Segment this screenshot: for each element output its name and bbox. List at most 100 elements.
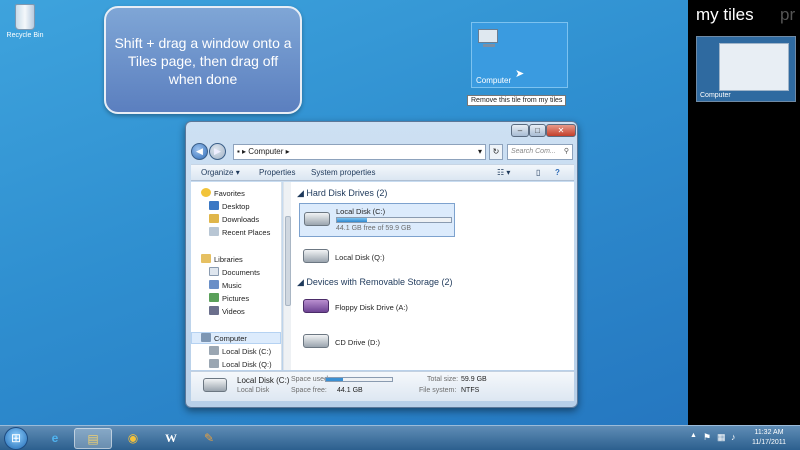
action-center-flag-icon[interactable]: ⚑ [703,432,711,443]
maximize-button[interactable]: □ [529,124,546,137]
group-hard-disk-drives[interactable]: ◢ Hard Disk Drives (2) [297,188,387,199]
address-dropdown-icon[interactable]: ▾ [478,145,482,159]
chrome-icon[interactable]: ◉ [114,428,152,449]
instruction-callout: Shift + drag a window onto a Tiles page,… [104,6,302,114]
drive-item-q[interactable]: Local Disk (Q:) [299,241,455,275]
nav-local-disk-q[interactable]: Local Disk (Q:) [209,359,272,370]
drive-c-usage-bar [336,217,452,223]
view-options-icon[interactable]: ☷ ▾ [497,167,510,179]
show-hidden-icons-icon[interactable]: ▲ [690,432,697,439]
remove-tile-tooltip: Remove this tile from my tiles [467,95,567,106]
help-icon[interactable]: ? [555,167,560,179]
my-tiles-panel: my tiles pr Computer [688,0,800,425]
close-button[interactable]: ✕ [546,124,576,137]
hard-drive-icon [303,249,329,263]
nav-local-disk-c[interactable]: Local Disk (C:) [209,346,271,358]
minimize-button[interactable]: – [511,124,529,137]
tile-thumbnail[interactable]: Computer [696,36,796,102]
properties-button[interactable]: Properties [259,167,295,179]
documents-icon [209,267,219,276]
drive-a-name: Floppy Disk Drive (A:) [335,303,408,312]
nav-videos[interactable]: Videos [209,306,245,318]
nav-pictures[interactable]: Pictures [209,293,249,305]
search-input[interactable]: Search Com... ⚲ [507,144,573,160]
explorer-window: – □ ✕ ◀ ▶ ▪ ▸ Computer ▸ ▾ ↻ Search Com.… [185,121,578,408]
hard-drive-windows-icon [304,212,330,226]
nav-scrollbar[interactable] [283,182,291,370]
details-total-size-value: 59.9 GB [461,376,487,383]
details-space-free-value: 44.1 GB [337,387,363,394]
drive-item-d[interactable]: CD Drive (D:) [299,326,455,360]
nav-pictures-label: Pictures [222,294,250,303]
navigation-bar: ◀ ▶ ▪ ▸ Computer ▸ ▾ ↻ Search Com... ⚲ [191,143,574,161]
computer-tile[interactable]: ➤ Computer [471,22,568,88]
details-usage-bar [325,377,393,382]
star-icon [201,188,211,197]
forward-button[interactable]: ▶ [209,143,226,160]
command-bar: Organize ▾ Properties System properties … [191,164,574,181]
recycle-bin-icon [15,4,35,30]
nav-recent-places-label: Recent Places [222,228,271,237]
internet-explorer-icon[interactable]: e [36,428,74,449]
nav-libraries-label: Libraries [214,255,243,264]
expand-chevron-icon: ◢ [297,277,307,287]
back-button[interactable]: ◀ [191,143,208,160]
details-pane: Local Disk (C:) Local Disk Space used: S… [191,371,574,401]
word-icon[interactable]: W [152,428,190,449]
refresh-button[interactable]: ↻ [489,144,503,160]
nav-music[interactable]: Music [209,280,242,292]
details-total-size-label: Total size: [427,376,459,383]
preview-pane-icon[interactable]: ▯ [536,167,540,179]
breadcrumb-chevron-icon[interactable]: ▸ [283,147,290,156]
clock-date: 11/17/2011 [752,439,786,446]
drive-item-c[interactable]: Local Disk (C:) 44.1 GB free of 59.9 GB [299,203,455,237]
start-button[interactable]: ⊞ [4,427,28,450]
details-name: Local Disk (C:) [237,376,290,385]
volume-icon[interactable]: ♪ [731,432,736,442]
nav-computer-label: Computer [214,334,247,343]
next-page-title[interactable]: pr [780,5,795,25]
videos-icon [209,306,219,315]
recycle-bin-shortcut[interactable]: Recycle Bin [4,4,46,39]
nav-recent-places[interactable]: Recent Places [209,227,270,239]
group-hard-disk-label: Hard Disk Drives (2) [306,188,388,198]
computer-nav-icon [201,333,211,342]
breadcrumb-computer[interactable]: Computer [248,147,283,156]
nav-desktop[interactable]: Desktop [209,201,250,213]
nav-desktop-label: Desktop [222,202,250,211]
window-thumbnail-icon [719,43,789,91]
nav-libraries[interactable]: Libraries [201,254,243,266]
group-removable-storage[interactable]: ◢ Devices with Removable Storage (2) [297,277,452,288]
system-clock[interactable]: 11:32 AM 11/17/2011 [747,428,791,448]
recycle-bin-label: Recycle Bin [6,32,44,39]
details-file-system-value: NTFS [461,387,480,394]
network-icon[interactable]: ▦ [717,432,726,443]
system-properties-button[interactable]: System properties [311,167,375,179]
nav-computer[interactable]: Computer [191,332,281,344]
cd-drive-icon [303,334,329,348]
tile-label: Computer [476,76,512,85]
computer-icon [478,29,498,47]
details-drive-icon [203,378,227,392]
details-type: Local Disk [237,387,270,394]
nav-local-disk-c-label: Local Disk (C:) [222,347,272,356]
address-bar[interactable]: ▪ ▸ Computer ▸ ▾ [233,144,486,160]
drive-item-a[interactable]: Floppy Disk Drive (A:) [299,291,455,325]
paint-icon[interactable]: ✎ [190,428,228,449]
details-file-system-label: File system: [419,387,457,394]
libraries-icon [201,254,211,263]
expand-chevron-icon: ◢ [297,188,307,198]
pictures-icon [209,293,219,302]
nav-favorites[interactable]: Favorites [201,188,245,200]
clock-time: 11:32 AM [754,429,784,436]
group-removable-label: Devices with Removable Storage (2) [306,277,453,287]
tile-thumbnail-label: Computer [700,92,731,99]
search-icon: ⚲ [563,148,569,155]
content-pane: ◢ Hard Disk Drives (2) Local Disk (C:) 4… [291,182,574,370]
details-usage-fill [326,378,344,381]
organize-menu[interactable]: Organize ▾ [201,167,240,179]
nav-documents[interactable]: Documents [209,267,260,279]
nav-downloads[interactable]: Downloads [209,214,259,226]
my-tiles-title: my tiles [696,5,754,24]
file-explorer-icon[interactable]: ▤ [74,428,112,449]
